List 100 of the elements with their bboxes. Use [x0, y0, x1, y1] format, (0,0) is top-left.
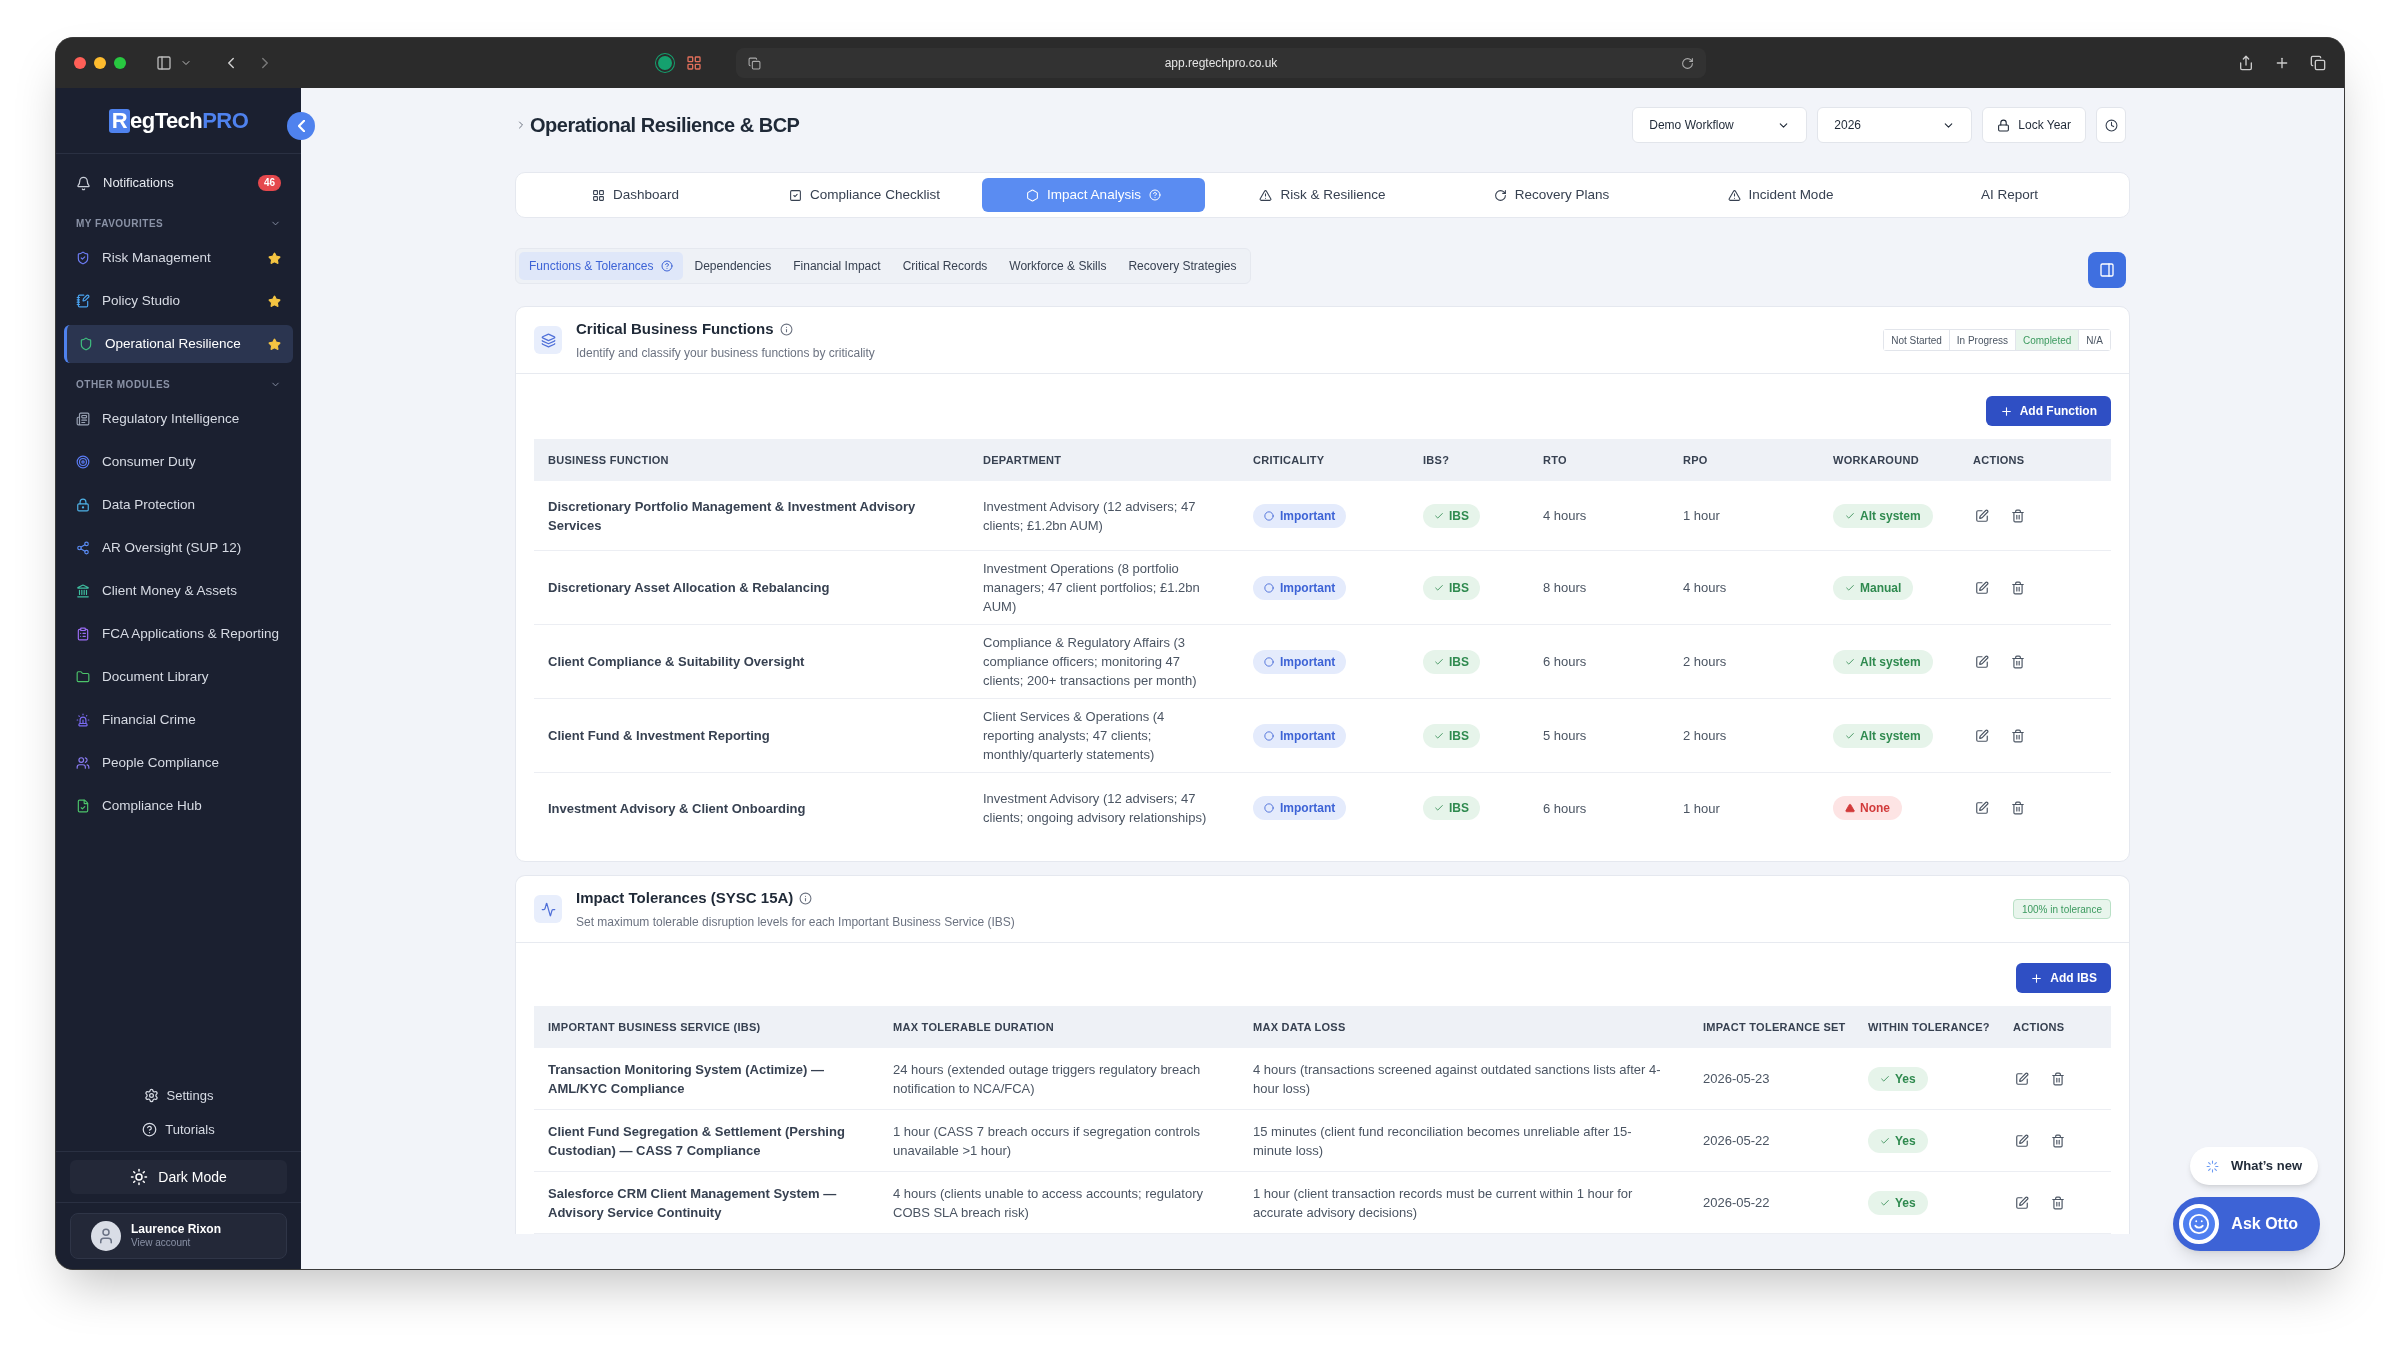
column-header: IBS?	[1422, 452, 1451, 468]
table-cell-text: Discretionary Portfolio Management & Investment Advisory Services	[547, 497, 917, 535]
sidebar-item[interactable]: Regulatory Intelligence	[64, 400, 293, 438]
sidebar-item[interactable]: FCA Applications & Reporting	[64, 615, 293, 653]
address-bar[interactable]: app.regtechpro.co.uk	[736, 48, 1706, 78]
tab[interactable]: AI Report	[1898, 178, 2121, 212]
edit-button[interactable]	[2013, 1131, 2031, 1150]
sidebar-item[interactable]: Policy Studio	[64, 282, 293, 320]
trash-icon	[2011, 728, 2025, 743]
new-tab-icon[interactable]	[2274, 55, 2290, 71]
edit-button[interactable]	[1973, 799, 1991, 817]
layers-icon	[540, 332, 556, 348]
table-cell-text: Client Fund Segregation & Settlement (Pershing Custodian) — CASS 7 Compliance	[547, 1122, 846, 1160]
table-cell-text: Client Services & Operations (4 reporting analysts; 47 clients; monthly/quarterly statements)	[982, 708, 1166, 764]
sidebar-item[interactable]: Data Protection	[64, 486, 293, 524]
table-cell-text: Client Fund & Investment Reporting	[547, 727, 771, 745]
edit-button[interactable]	[2013, 1069, 2031, 1088]
grid-icon[interactable]	[686, 55, 702, 71]
subtab[interactable]: Financial Impact	[783, 252, 891, 280]
person-icon	[97, 1227, 115, 1245]
year-select[interactable]: 2026	[1817, 107, 1973, 143]
criticality-badge: Important	[1253, 649, 1347, 674]
siren-icon	[76, 713, 90, 727]
sidebar-item[interactable]: Operational Resilience	[64, 325, 293, 363]
table-cell-text: Compliance & Regulatory Affairs (3 compliance officers; monitoring 47 clients; 200+ transactions per month)	[982, 634, 1198, 690]
star-icon[interactable]	[268, 337, 281, 351]
column-header: BUSINESS FUNCTION	[547, 452, 670, 468]
edit-icon	[2015, 1133, 2029, 1148]
tutorials-link[interactable]: Tutorials	[142, 1119, 215, 1139]
collapse-button[interactable]	[287, 112, 315, 140]
logo[interactable]: RegTechPRO	[108, 104, 249, 137]
sidebar-item[interactable]: Client Money & Assets	[64, 572, 293, 610]
subtab[interactable]: Recovery Strategies	[1118, 252, 1247, 280]
sidebar-item[interactable]: Document Library	[64, 658, 293, 696]
shield-icon	[79, 337, 93, 351]
account-link[interactable]: View account	[131, 1236, 222, 1249]
info-icon[interactable]	[799, 891, 813, 905]
share-icon[interactable]	[2238, 55, 2254, 71]
add-function-button[interactable]: Add Function	[1985, 396, 2111, 426]
edit-icon	[1975, 508, 1989, 523]
edit-button[interactable]	[1973, 506, 1991, 525]
subtab[interactable]: Functions & Tolerances	[519, 252, 683, 280]
table-cell-text: 24 hours (extended outage triggers regulatory breach notification to NCA/FCA)	[892, 1060, 1202, 1098]
workflow-select[interactable]: Demo Workflow	[1632, 107, 1808, 143]
sidebar-item[interactable]: Compliance Hub	[64, 787, 293, 825]
subtab[interactable]: Dependencies	[684, 252, 782, 280]
star-icon[interactable]	[268, 294, 281, 308]
sidebar-item[interactable]: AR Oversight (SUP 12)	[64, 529, 293, 567]
sidebar-item[interactable]: Financial Crime	[64, 701, 293, 739]
edit-button[interactable]	[1973, 578, 1991, 597]
edit-button[interactable]	[2013, 1193, 2031, 1212]
table-cell-text: 4 hours (clients unable to access accounts; regulatory COBS SLA breach risk)	[892, 1184, 1204, 1222]
help-icon[interactable]	[660, 260, 673, 272]
extension-icon[interactable]	[656, 54, 674, 72]
sidebar-toggle-icon[interactable]	[156, 55, 172, 71]
add-ibs-button[interactable]: Add IBS	[2016, 963, 2111, 993]
status-badge: Alt system	[1833, 503, 1933, 528]
subtab[interactable]: Critical Records	[892, 252, 998, 280]
trash-icon	[2011, 508, 2025, 523]
lock-year-button[interactable]: Lock Year	[1982, 107, 2086, 143]
whats-new-button[interactable]: What’s new	[2189, 1147, 2318, 1185]
sidebar-item[interactable]: Risk Management	[64, 239, 293, 277]
reload-icon[interactable]	[1681, 56, 1694, 70]
settings-link[interactable]: Settings	[143, 1086, 214, 1106]
sidebar-item[interactable]: People Compliance	[64, 744, 293, 782]
card-subtitle: Identify and classify your business functions by criticality	[576, 345, 876, 363]
account-card[interactable]: Laurence Rixon View account	[70, 1213, 287, 1259]
tabs-overview-icon[interactable]	[2310, 55, 2326, 71]
panel-toggle-button[interactable]	[2088, 252, 2126, 288]
table-cell-text: 1 hour (client transaction records must be current within 1 hour for accurate advisory decisions)	[1252, 1184, 1634, 1222]
column-header: ACTIONS	[1972, 452, 2026, 468]
tab[interactable]: Dashboard	[524, 178, 747, 212]
trash-icon	[2051, 1071, 2065, 1086]
tab[interactable]: Incident Mode	[1669, 178, 1892, 212]
info-icon[interactable]	[779, 322, 793, 336]
check-icon	[1434, 803, 1444, 813]
column-header: RTO	[1542, 452, 1568, 468]
newspaper-icon	[76, 412, 90, 426]
ask-otto-button[interactable]: Ask Otto	[2173, 1197, 2320, 1251]
star-icon[interactable]	[268, 251, 281, 265]
ibs-badge: IBS	[1423, 796, 1480, 820]
status-filter[interactable]: N/A	[2078, 330, 2110, 350]
shield-icon	[76, 251, 90, 265]
sidebar-item[interactable]: Consumer Duty	[64, 443, 293, 481]
history-button[interactable]	[2096, 107, 2126, 143]
notification-count: 46	[257, 175, 281, 191]
delete-button[interactable]	[2009, 799, 2027, 817]
dark-mode-button[interactable]: Dark Mode	[70, 1160, 287, 1194]
tab[interactable]: Risk & Resilience	[1211, 178, 1434, 212]
sidebar-item[interactable]: Notifications 46	[64, 164, 293, 202]
edit-button[interactable]	[1973, 726, 1991, 745]
clipboard-icon	[76, 627, 90, 641]
tab[interactable]: Compliance Checklist	[753, 178, 976, 212]
section-heading: OTHER MODULES	[76, 378, 172, 392]
tab[interactable]: Recovery Plans	[1440, 178, 1663, 212]
criticality-badge: Important	[1253, 575, 1347, 600]
check-icon	[1880, 1135, 1890, 1146]
column-header: ACTIONS	[2012, 1019, 2066, 1035]
edit-button[interactable]	[1973, 652, 1991, 671]
subtab[interactable]: Workforce & Skills	[999, 252, 1117, 280]
